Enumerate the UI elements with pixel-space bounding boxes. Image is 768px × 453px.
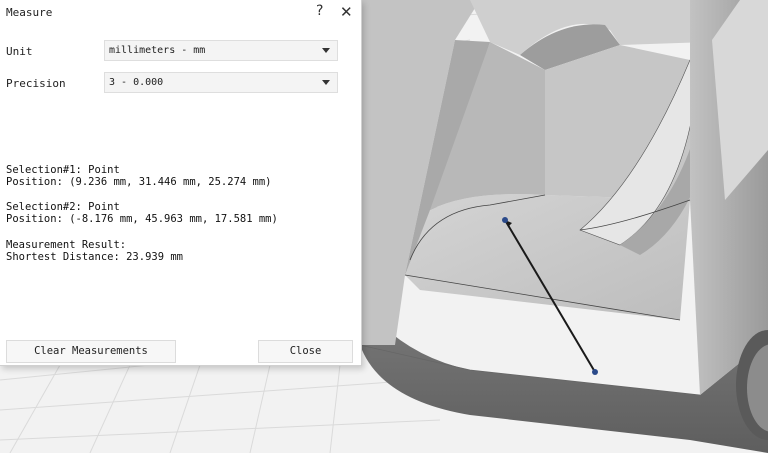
result-value: Shortest Distance: 23.939 mm [6, 251, 184, 263]
dialog-title: Measure [6, 6, 53, 19]
precision-select-value: 3 - 0.000 [109, 77, 164, 88]
selection-2-position: Position: (-8.176 mm, 45.963 mm, 17.581 … [6, 213, 278, 225]
help-icon[interactable]: ? [316, 3, 323, 19]
result-title: Measurement Result: [6, 239, 127, 251]
precision-select[interactable]: 3 - 0.000 [104, 72, 338, 93]
measure-point-1[interactable] [502, 217, 508, 223]
3d-model-part[interactable] [359, 0, 768, 453]
selection-1-position: Position: (9.236 mm, 31.446 mm, 25.274 m… [6, 176, 272, 188]
selection-1-title: Selection#1: Point [6, 164, 120, 176]
close-button[interactable]: Close [258, 340, 353, 363]
clear-measurements-button[interactable]: Clear Measurements [6, 340, 176, 363]
precision-label: Precision [6, 77, 66, 90]
dropdown-arrow-icon [322, 80, 330, 85]
unit-select[interactable]: millimeters - mm [104, 40, 338, 61]
measure-point-2[interactable] [592, 369, 598, 375]
close-icon[interactable]: ✕ [340, 3, 353, 21]
dropdown-arrow-icon [322, 48, 330, 53]
unit-label: Unit [6, 45, 33, 58]
unit-select-value: millimeters - mm [109, 45, 206, 56]
selection-2-title: Selection#2: Point [6, 201, 120, 213]
measure-dialog: Measure ? ✕ Unit millimeters - mm Precis… [0, 0, 362, 366]
